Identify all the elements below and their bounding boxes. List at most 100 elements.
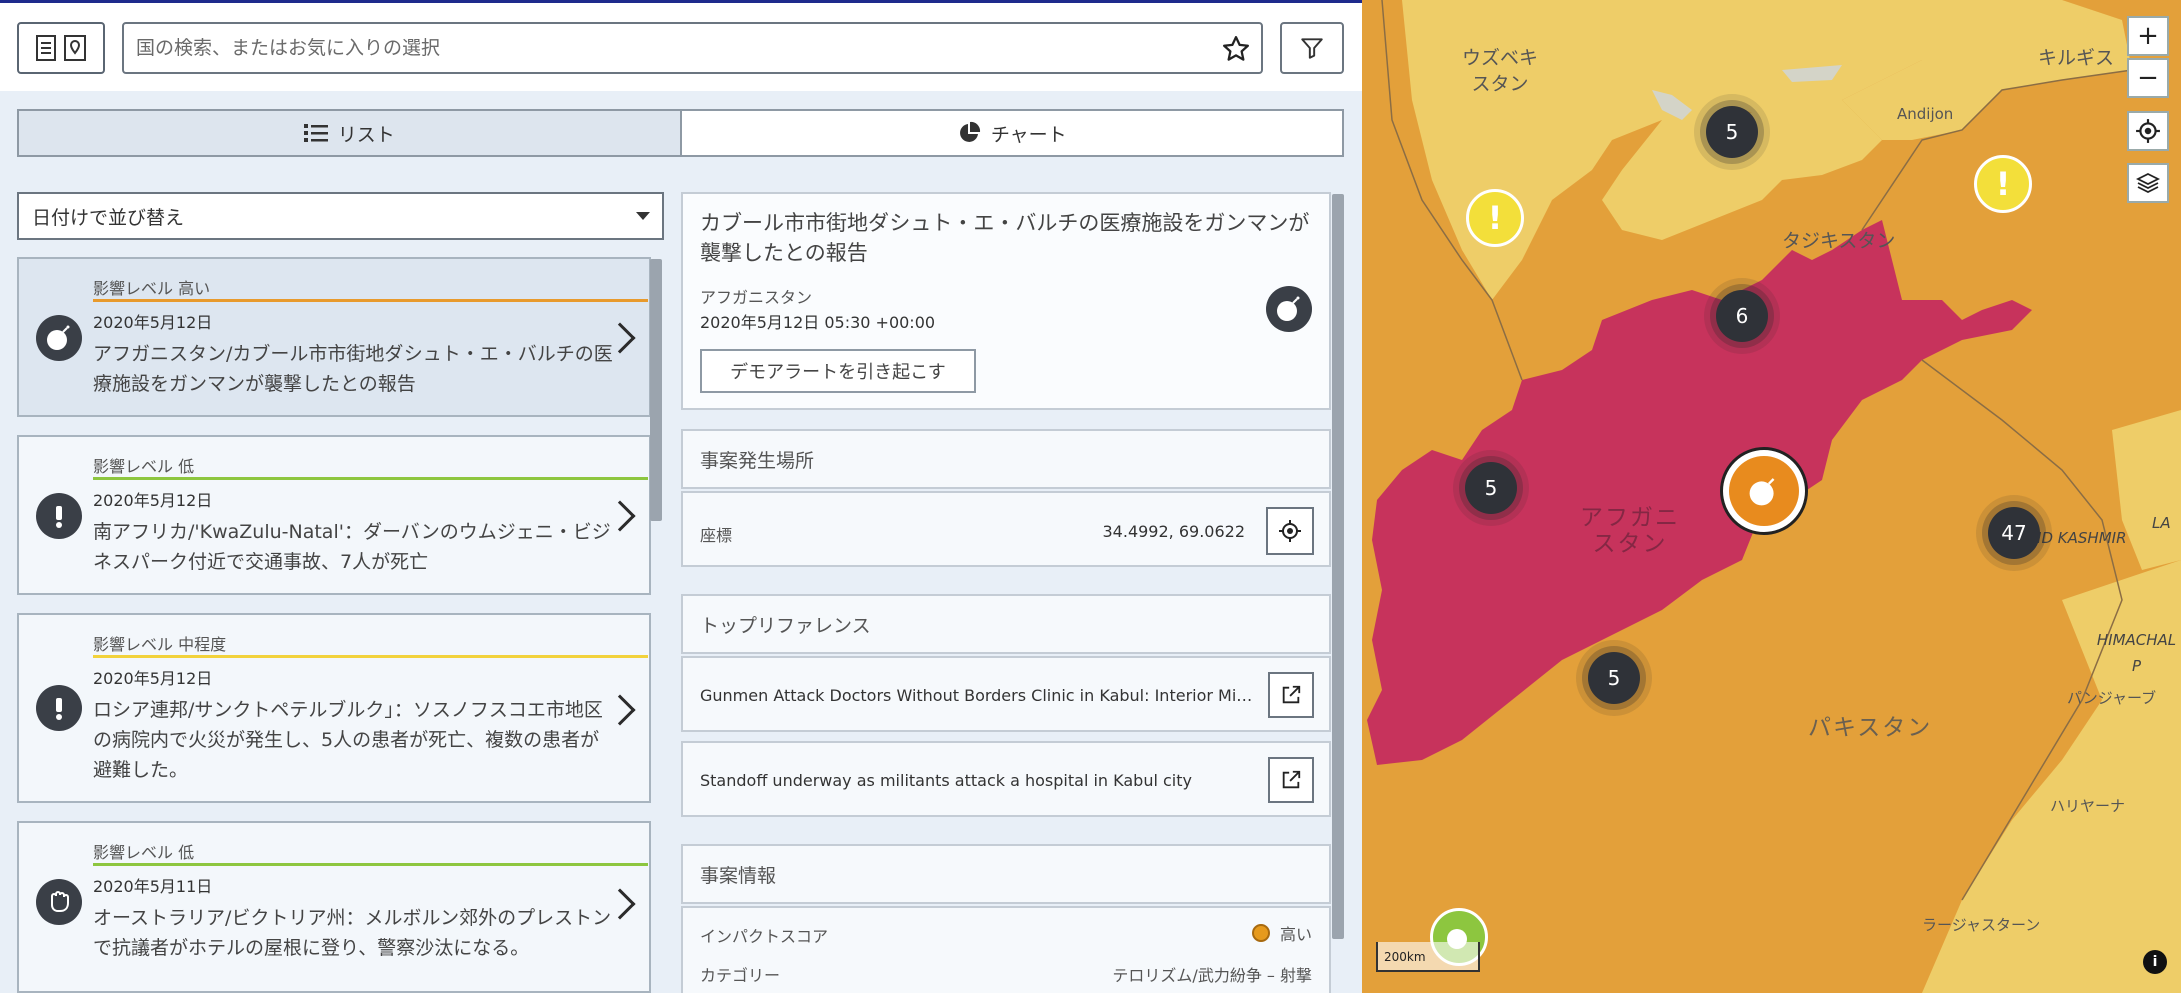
detail-title: カブール市市街地ダシュト・エ・バルチの医療施設をガンマンが襲撃したとの報告: [700, 211, 1310, 265]
impact-level-bar: [93, 299, 648, 302]
reference-item: Gunmen Attack Doctors Without Borders Cl…: [681, 656, 1331, 732]
alert-pin-icon[interactable]: !: [1466, 189, 1524, 247]
open-reference-button[interactable]: [1268, 672, 1314, 718]
incident-info-header: 事案情報: [700, 864, 777, 887]
external-link-icon: [1282, 770, 1301, 789]
map-scale-bar: 200km: [1376, 942, 1480, 972]
search-input[interactable]: [136, 24, 1206, 72]
tab-chart-label: チャート: [990, 123, 1067, 146]
locate-on-map-button[interactable]: [1266, 507, 1314, 555]
list-map-toggle-button[interactable]: [17, 22, 105, 74]
zoom-in-button[interactable]: +: [2127, 16, 2169, 56]
item-title: ロシア連邦/サンクトペテルブルク」：ソスノフスコエ市地区の病院内で火災が発生し、…: [93, 699, 603, 781]
map-cluster-marker[interactable]: 5: [1588, 652, 1640, 704]
sort-dropdown[interactable]: 日付けで並び替え: [17, 192, 664, 240]
protest-fist-icon: [36, 879, 82, 925]
tab-list[interactable]: リスト: [19, 111, 682, 155]
impact-score-text: 高い: [1279, 925, 1312, 944]
impact-level-bar: [93, 477, 648, 480]
header-bar: [0, 3, 1362, 91]
layers-button[interactable]: [2127, 163, 2169, 203]
item-date: 2020年5月12日: [93, 669, 213, 688]
filter-button[interactable]: [1280, 22, 1344, 74]
left-panel: リスト チャート 日付けで並び替え 影響レベル 高い 2020年5月12日 アフ…: [0, 3, 1362, 993]
item-title: オーストラリア/ビクトリア州：メルボルン郊外のプレストンで抗議者がホテルの屋根に…: [93, 907, 612, 959]
map-view[interactable]: ウズベキ スタン キルギス Andijon タジキスタン アフガニ スタン パキ…: [1362, 0, 2181, 993]
detail-country: アフガニスタン: [700, 288, 813, 307]
detail-scrollbar[interactable]: [1332, 194, 1344, 939]
selected-incident-marker[interactable]: [1720, 447, 1808, 535]
map-label-tajikistan: タジキスタン: [1782, 230, 1896, 252]
incident-list: 影響レベル 高い 2020年5月12日 アフガニスタン/カブール市市街地ダシュト…: [17, 257, 651, 993]
map-label-uzbekistan: ウズベキ スタン: [1462, 47, 1539, 95]
item-title: 南アフリカ/'KwaZulu-Natal'：ダーバンのウムジェニ・ビジネスパーク…: [93, 521, 611, 573]
map-label-la: LA: [2152, 514, 2171, 532]
bomb-icon: [1729, 456, 1799, 526]
map-label-pakistan: パキスタン: [1808, 715, 1933, 741]
impact-level-label: 影響レベル 中程度: [93, 635, 227, 654]
map-label-haryana: ハリヤーナ: [2050, 797, 2126, 815]
references-section-header: トップリファレンス: [681, 594, 1331, 654]
search-box: [122, 22, 1263, 74]
map-label-afghanistan: アフガニ スタン: [1580, 505, 1680, 557]
item-date: 2020年5月12日: [93, 491, 213, 510]
incident-info-card: インパクトスコア 高い カテゴリー テロリズム/武力紛争 – 射撃: [681, 906, 1331, 993]
location-section-header: 事案発生場所: [681, 429, 1331, 489]
map-cluster-marker[interactable]: 6: [1716, 290, 1768, 342]
reference-title: Gunmen Attack Doctors Without Borders Cl…: [700, 686, 1255, 705]
map-cluster-marker[interactable]: 47: [1988, 507, 2040, 559]
impact-level-bar: [93, 655, 648, 658]
list-bullets-icon: [303, 124, 328, 142]
reference-item: Standoff underway as militants attack a …: [681, 741, 1331, 817]
impact-level-label: 影響レベル 高い: [93, 279, 211, 298]
references-header: トップリファレンス: [700, 614, 871, 637]
list-scrollbar[interactable]: [650, 259, 662, 521]
coordinates-value: 34.4992, 69.0622: [1102, 522, 1246, 541]
detail-datetime: 2020年5月12日 05:30 +00:00: [700, 313, 936, 332]
map-cluster-marker[interactable]: 5: [1465, 462, 1517, 514]
incident-info-section-header: 事案情報: [681, 844, 1331, 904]
impact-score-value: 高い: [1251, 921, 1312, 945]
detail-summary-card: カブール市市街地ダシュト・エ・バルチの医療施設をガンマンが襲撃したとの報告 アフ…: [681, 192, 1331, 410]
impact-dot-icon: [1251, 924, 1270, 942]
map-cluster-marker[interactable]: 5: [1706, 106, 1758, 158]
coordinates-row: 座標 34.4992, 69.0622: [681, 491, 1331, 567]
impact-level-label: 影響レベル 低: [93, 457, 195, 476]
incident-detail-pane: カブール市市街地ダシュト・エ・バルチの医療施設をガンマンが襲撃したとの報告 アフ…: [681, 192, 1331, 993]
caret-down-icon: [636, 212, 650, 220]
list-item[interactable]: 影響レベル 低 2020年5月11日 オーストラリア/ビクトリア州：メルボルン郊…: [17, 821, 651, 993]
impact-level-bar: [93, 863, 648, 866]
crosshair-icon: [1279, 520, 1301, 542]
open-reference-button[interactable]: [1268, 757, 1314, 803]
location-header: 事案発生場所: [700, 449, 815, 472]
filter-icon: [1301, 38, 1323, 59]
coordinates-label: 座標: [700, 526, 733, 545]
map-label-rajasthan: ラージャスターン: [1922, 916, 2041, 934]
alert-pin-icon[interactable]: !: [1974, 155, 2032, 213]
map-attribution-info-icon[interactable]: i: [2143, 950, 2167, 974]
category-value: テロリズム/武力紛争 – 射撃: [1112, 966, 1312, 985]
exclamation-icon: [36, 493, 82, 539]
map-label-kyrgyzstan: キルギス: [2038, 47, 2115, 69]
item-title: アフガニスタン/カブール市市街地ダシュト・エ・バルチの医療施設をガンマンが襲撃し…: [93, 343, 613, 395]
list-item[interactable]: 影響レベル 低 2020年5月12日 南アフリカ/'KwaZulu-Natal'…: [17, 435, 651, 595]
list-item[interactable]: 影響レベル 中程度 2020年5月12日 ロシア連邦/サンクトペテルブルク」：ソ…: [17, 613, 651, 803]
bomb-icon: [36, 315, 82, 361]
reference-title: Standoff underway as militants attack a …: [700, 771, 1192, 790]
tab-chart[interactable]: チャート: [681, 111, 1342, 155]
map-label-punjab: パンジャーブ: [2067, 689, 2157, 707]
layers-icon: [2136, 172, 2160, 194]
view-tabs: リスト チャート: [17, 109, 1344, 157]
map-label-himachal: HIMACHAL P: [2096, 631, 2177, 675]
star-icon[interactable]: [1221, 34, 1251, 64]
external-link-icon: [1282, 685, 1301, 704]
item-date: 2020年5月11日: [93, 877, 213, 896]
item-date: 2020年5月12日: [93, 313, 213, 332]
list-item[interactable]: 影響レベル 高い 2020年5月12日 アフガニスタン/カブール市市街地ダシュト…: [17, 257, 651, 417]
zoom-out-button[interactable]: −: [2127, 58, 2169, 98]
category-label: カテゴリー: [700, 966, 781, 985]
impact-score-label: インパクトスコア: [700, 927, 829, 946]
demo-alert-button[interactable]: デモアラートを引き起こす: [700, 349, 976, 393]
locate-me-button[interactable]: [2127, 111, 2169, 151]
pie-chart-icon: [959, 121, 980, 142]
